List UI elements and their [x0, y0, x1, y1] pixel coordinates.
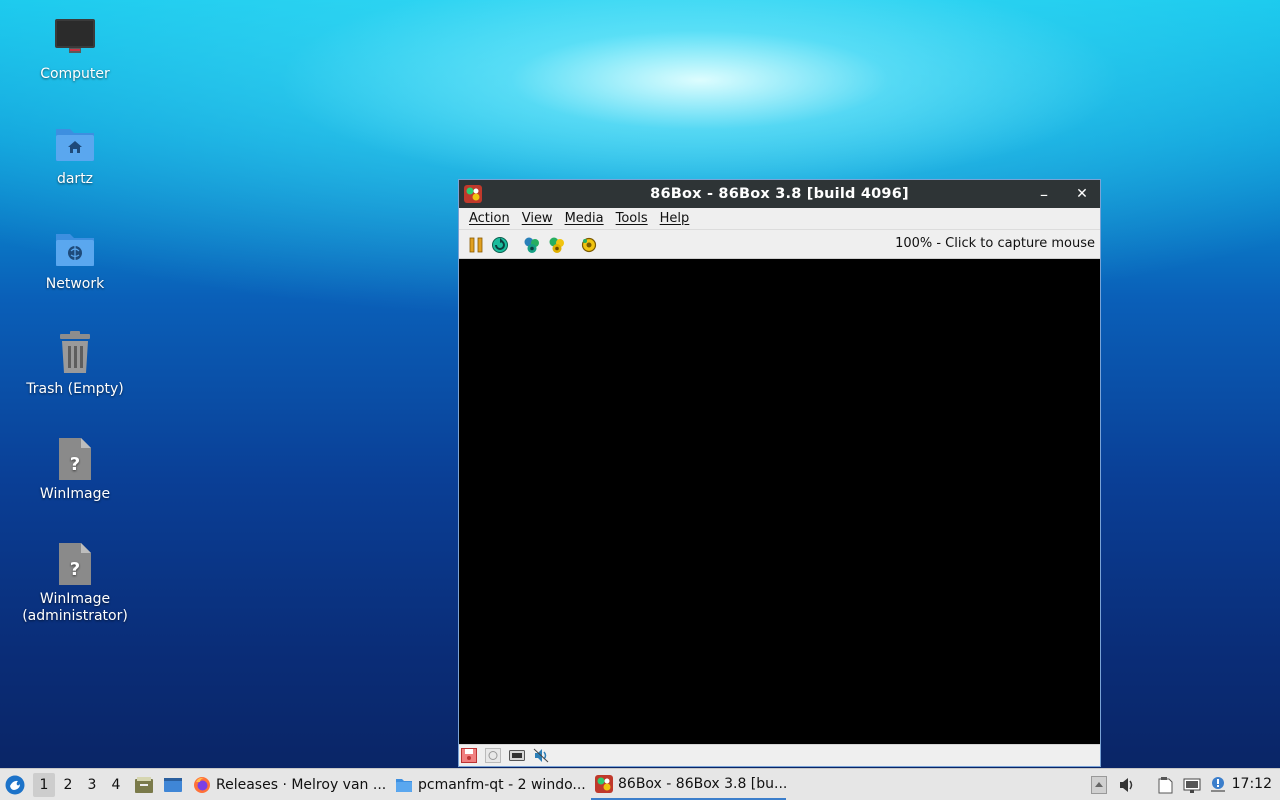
menu-help[interactable]: Help [654, 211, 696, 226]
desktop-icon-label: Computer [40, 66, 110, 82]
show-desktop-icon[interactable] [163, 776, 183, 794]
task-firefox[interactable]: Releases · Melroy van ... [193, 770, 385, 800]
unknown-file-icon: ? [52, 541, 98, 587]
86box-window: 86Box - 86Box 3.8 [build 4096] – ✕ Actio… [458, 179, 1101, 767]
network-folder-icon [52, 226, 98, 272]
task-86box[interactable]: 86Box - 86Box 3.8 [bu... [591, 770, 786, 800]
workspace-1[interactable]: 1 [33, 773, 55, 797]
volume-icon[interactable] [1118, 776, 1136, 794]
tray-expand-icon[interactable] [1091, 776, 1107, 794]
desktop-icon-home[interactable]: dartz [20, 121, 130, 188]
network-tray-icon[interactable] [1183, 776, 1201, 794]
desktop-icon-winimage-admin[interactable]: ? WinImage (administrator) [20, 541, 130, 625]
capture-mouse-status[interactable]: 100% - Click to capture mouse [895, 236, 1095, 251]
sound-icon[interactable] [533, 748, 549, 763]
close-button[interactable]: ✕ [1064, 180, 1100, 208]
task-pcmanfm[interactable]: pcmanfm-qt - 2 windo... [395, 770, 585, 800]
firefox-icon [193, 776, 211, 794]
workspace-4[interactable]: 4 [105, 773, 127, 797]
toolbar: 100% - Click to capture mouse [459, 230, 1100, 259]
desktop-icon-computer[interactable]: Computer [20, 16, 130, 83]
taskbar: 1 2 3 4 Releases · Melroy van ... pcmanf… [0, 768, 1280, 800]
minimize-button[interactable]: – [1026, 180, 1062, 208]
ctrl-alt-esc-icon[interactable] [548, 236, 566, 254]
settings-icon[interactable] [580, 236, 598, 254]
menu-tools[interactable]: Tools [610, 211, 654, 226]
menu-media[interactable]: Media [559, 211, 610, 226]
desktop-icon-label: WinImage [39, 486, 111, 502]
notification-icon[interactable] [1209, 776, 1227, 794]
window-titlebar[interactable]: 86Box - 86Box 3.8 [build 4096] – ✕ [459, 180, 1100, 208]
folder-icon [395, 776, 413, 794]
computer-icon [52, 16, 98, 62]
task-label: Releases · Melroy van ... [216, 777, 385, 793]
menubar: Action View Media Tools Help [459, 208, 1100, 230]
desktop-icon-label: WinImage (administrator) [22, 591, 128, 624]
start-menu-icon[interactable] [5, 775, 25, 795]
clipboard-icon[interactable] [1156, 776, 1174, 794]
86box-icon [595, 775, 613, 793]
workspace-2[interactable]: 2 [57, 773, 79, 797]
task-label: pcmanfm-qt - 2 windo... [418, 777, 585, 793]
clock[interactable]: 17:12 [1232, 776, 1272, 792]
task-label: 86Box - 86Box 3.8 [bu... [618, 776, 786, 792]
cdrom-icon[interactable] [485, 748, 501, 763]
floppy-icon[interactable] [461, 748, 477, 763]
statusbar [459, 744, 1100, 766]
svg-text:?: ? [70, 559, 80, 580]
hard-reset-icon[interactable] [491, 236, 509, 254]
svg-text:?: ? [70, 454, 80, 475]
pause-icon[interactable] [467, 236, 485, 254]
desktop-icon-winimage[interactable]: ? WinImage [20, 436, 130, 503]
unknown-file-icon: ? [52, 436, 98, 482]
desktop-icon-network[interactable]: Network [20, 226, 130, 293]
desktop-icon-label: Network [45, 276, 105, 292]
ctrl-alt-del-icon[interactable] [523, 236, 541, 254]
workspace-3[interactable]: 3 [81, 773, 103, 797]
86box-icon[interactable] [464, 185, 482, 203]
desktop-icon-label: dartz [56, 171, 94, 187]
desktop-icon-label: Trash (Empty) [26, 381, 124, 397]
desktop-icon-trash[interactable]: Trash (Empty) [20, 331, 130, 398]
menu-action[interactable]: Action [463, 211, 516, 226]
emulator-screen[interactable] [459, 259, 1100, 745]
home-folder-icon [52, 121, 98, 167]
menu-view[interactable]: View [516, 211, 559, 226]
network-card-icon[interactable] [509, 748, 525, 763]
trash-icon [52, 331, 98, 377]
window-title: 86Box - 86Box 3.8 [build 4096] [650, 186, 909, 202]
file-manager-launcher-icon[interactable] [134, 776, 154, 794]
